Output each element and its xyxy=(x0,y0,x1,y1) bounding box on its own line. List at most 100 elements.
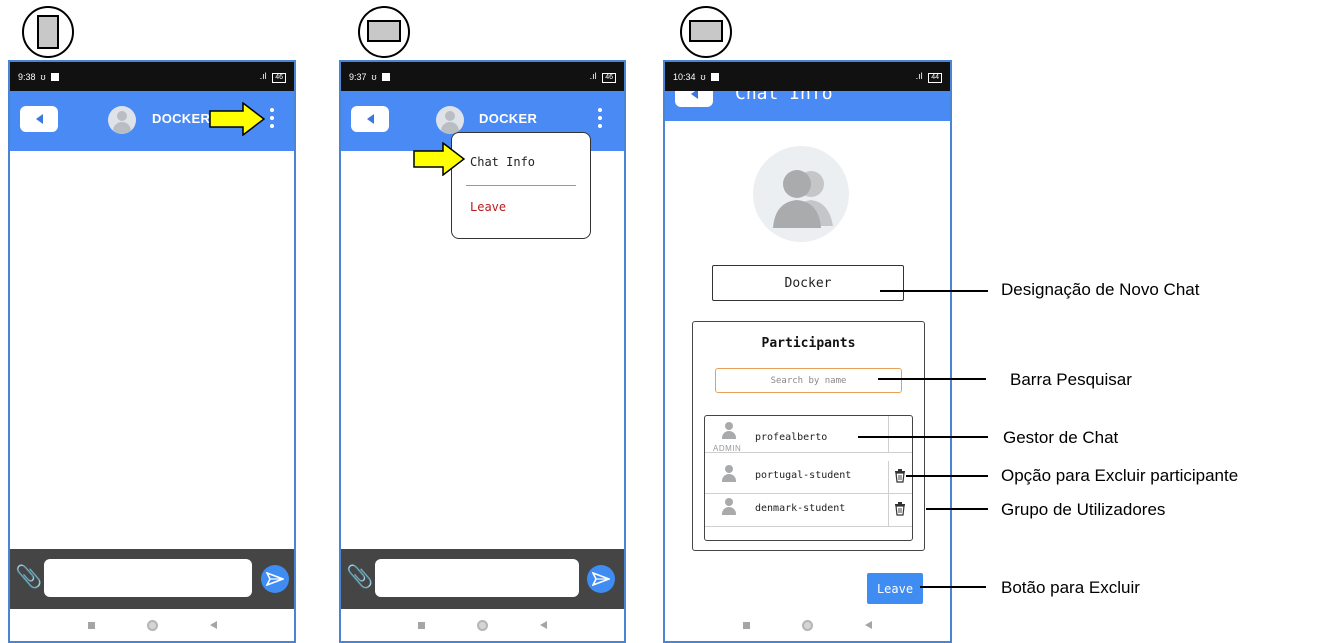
android-nav-bar xyxy=(10,609,294,641)
callout-line-chat-name xyxy=(880,290,988,292)
status-time: 10:34 xyxy=(673,71,696,82)
menu-divider xyxy=(466,185,576,186)
callout-line-manager xyxy=(858,436,988,438)
nav-back-icon[interactable] xyxy=(865,621,872,629)
phone-screen-chat-info: 10:34 ʊ .ıl 44 Chat Info Docker Particip… xyxy=(663,60,952,643)
role-label: ADMIN xyxy=(713,444,742,453)
participant-name: profealberto xyxy=(755,432,828,443)
group-avatar xyxy=(753,146,849,242)
back-arrow-icon xyxy=(35,114,43,124)
callout-search-bar: Barra Pesquisar xyxy=(1010,370,1132,389)
app-bar: Chat Info xyxy=(665,91,950,121)
home-icon[interactable] xyxy=(802,619,813,631)
chat-name-field[interactable]: Docker xyxy=(712,265,904,301)
user-avatar-icon xyxy=(722,422,736,439)
message-area xyxy=(10,151,294,549)
nav-back-icon[interactable] xyxy=(540,621,547,629)
user-avatar-icon xyxy=(722,465,736,482)
participants-list: ADMIN profealberto portugal-student denm… xyxy=(704,415,913,541)
status-time: 9:37 xyxy=(349,71,367,82)
status-time: 9:38 xyxy=(18,71,36,82)
recents-icon[interactable] xyxy=(87,621,95,629)
phone-screen-chat: 9:38 ʊ .ıl 46 DOCKER 📎 xyxy=(8,60,296,643)
paperclip-icon[interactable]: 📎 xyxy=(346,565,373,591)
status-bar: 9:37 ʊ .ıl 46 xyxy=(341,62,624,91)
callout-line-group xyxy=(926,508,988,510)
callout-chat-manager: Gestor de Chat xyxy=(1003,428,1119,447)
battery-indicator: 46 xyxy=(272,72,286,83)
phone-screen-menu: 9:37 ʊ .ıl 46 DOCKER Chat Info Leave 📎 xyxy=(339,60,626,643)
callout-line-search xyxy=(878,378,986,380)
participants-title: Participants xyxy=(761,336,856,351)
recents-icon[interactable] xyxy=(418,621,425,629)
notification-icon: ʊ xyxy=(40,71,46,82)
page-title: Chat Info xyxy=(735,91,833,104)
participant-row: denmark-student xyxy=(705,494,912,527)
home-icon[interactable] xyxy=(477,619,488,631)
participant-name: denmark-student xyxy=(755,503,846,514)
send-button[interactable] xyxy=(587,565,615,593)
chat-avatar xyxy=(108,106,136,134)
recents-icon[interactable] xyxy=(743,621,750,629)
highlight-arrow-icon xyxy=(413,142,465,176)
menu-item-leave[interactable]: Leave xyxy=(470,200,506,214)
callout-leave-button: Botão para Excluir xyxy=(1001,578,1140,597)
home-icon[interactable] xyxy=(146,619,158,631)
more-options-icon[interactable] xyxy=(269,108,275,132)
callout-chat-name: Designação de Novo Chat xyxy=(1001,280,1200,299)
signal-icon: .ıl xyxy=(589,70,597,81)
leave-button[interactable]: Leave xyxy=(867,573,923,604)
android-nav-bar xyxy=(341,609,624,641)
trash-icon[interactable] xyxy=(894,502,906,516)
battery-indicator: 44 xyxy=(928,72,942,83)
user-avatar-icon xyxy=(722,498,736,515)
landscape-rectangle-icon xyxy=(367,20,401,42)
callout-line-leave xyxy=(920,586,986,588)
back-button[interactable] xyxy=(351,106,389,132)
search-input[interactable] xyxy=(715,368,902,393)
step-marker-3 xyxy=(680,6,732,58)
participant-row: portugal-student xyxy=(705,461,912,494)
notification-icon: ʊ xyxy=(700,71,706,82)
portrait-rectangle-icon xyxy=(37,15,59,49)
nav-back-icon[interactable] xyxy=(209,621,217,629)
step-marker-2 xyxy=(358,6,410,58)
participant-name: portugal-student xyxy=(755,470,852,481)
status-bar: 10:34 ʊ .ıl 44 xyxy=(665,62,950,91)
trash-icon[interactable] xyxy=(894,469,906,483)
notification-icon: ʊ xyxy=(371,71,377,82)
app-notification-icon xyxy=(710,72,719,81)
participant-row: ADMIN profealberto xyxy=(705,416,912,453)
app-notification-icon xyxy=(50,72,59,81)
back-button[interactable] xyxy=(675,91,713,107)
step-marker-1 xyxy=(22,6,74,58)
send-icon xyxy=(592,572,610,586)
callout-delete-option: Opção para Excluir participante xyxy=(1001,466,1239,485)
menu-item-chat-info[interactable]: Chat Info xyxy=(470,155,535,169)
callout-line-delete xyxy=(906,475,988,477)
signal-icon: .ıl xyxy=(915,70,923,81)
android-nav-bar xyxy=(665,609,950,641)
send-button[interactable] xyxy=(261,565,289,593)
chat-avatar xyxy=(436,106,464,134)
landscape-rectangle-icon xyxy=(689,20,723,42)
signal-icon: .ıl xyxy=(259,70,267,81)
more-options-icon[interactable] xyxy=(597,108,603,132)
paperclip-icon[interactable]: 📎 xyxy=(15,565,42,591)
back-arrow-icon xyxy=(690,91,698,99)
battery-indicator: 46 xyxy=(602,72,616,83)
options-menu: Chat Info Leave xyxy=(451,132,591,239)
message-input[interactable] xyxy=(375,559,579,597)
message-composer: 📎 xyxy=(341,549,624,609)
message-composer: 📎 xyxy=(10,549,294,609)
back-arrow-icon xyxy=(366,114,374,124)
back-button[interactable] xyxy=(20,106,58,132)
chat-title: DOCKER xyxy=(479,111,538,126)
chat-title: DOCKER xyxy=(152,111,211,126)
highlight-arrow-icon xyxy=(209,102,265,136)
app-notification-icon xyxy=(381,72,390,81)
message-input[interactable] xyxy=(44,559,252,597)
send-icon xyxy=(266,572,284,586)
status-bar: 9:38 ʊ .ıl 46 xyxy=(10,62,294,91)
callout-user-group: Grupo de Utilizadores xyxy=(1001,500,1166,519)
